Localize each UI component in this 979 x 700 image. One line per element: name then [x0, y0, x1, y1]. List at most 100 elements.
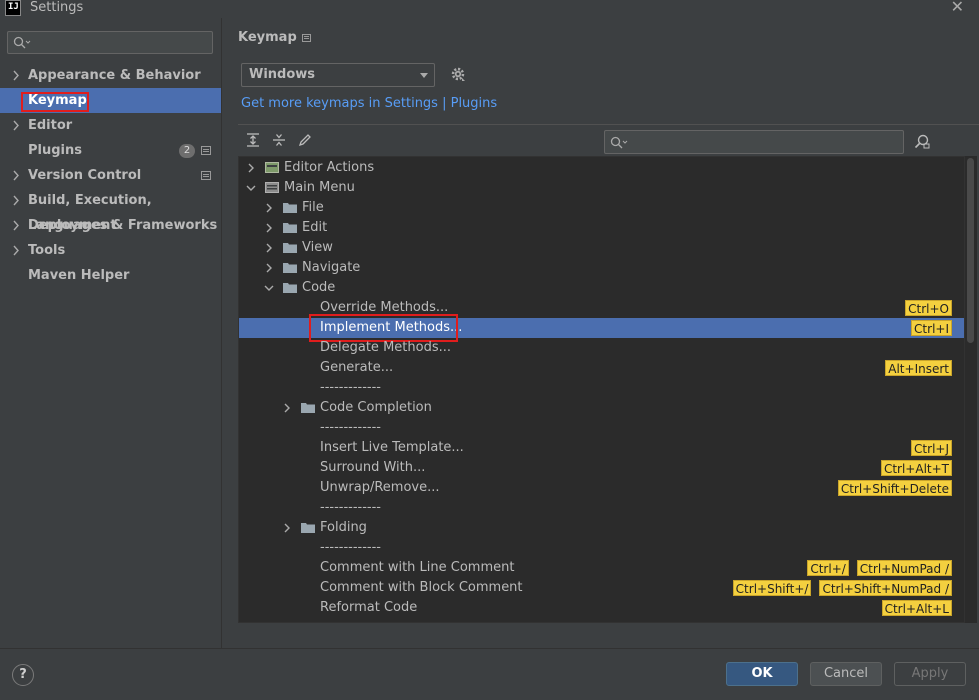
tree-row-label: Generate...	[320, 360, 394, 375]
tree-row-label: Override Methods...	[320, 300, 449, 315]
title-bar: IJ Settings ✕	[0, 0, 979, 18]
gear-icon[interactable]	[450, 66, 466, 82]
section-divider	[238, 124, 979, 125]
tree-row-comment-line[interactable]: Comment with Line Comment Ctrl+/ Ctrl+Nu…	[239, 558, 964, 578]
tree-row-label: -------------	[320, 500, 381, 515]
chevron-down-icon	[420, 73, 428, 78]
tree-row-main-menu[interactable]: Main Menu	[239, 178, 964, 198]
chevron-right-icon	[266, 243, 272, 253]
shortcut-badge: Ctrl+Alt+T	[880, 460, 952, 476]
tree-row-code[interactable]: Code	[239, 278, 964, 298]
tree-row-edit[interactable]: Edit	[239, 218, 964, 238]
sidebar-item-tools[interactable]: Tools	[0, 238, 221, 263]
expand-all-icon[interactable]	[246, 133, 260, 147]
keymap-action-tree: Editor Actions Main Menu File Edit View …	[238, 156, 965, 623]
tree-row-label: Code Completion	[320, 400, 432, 415]
tree-row-label: Navigate	[302, 260, 361, 275]
project-level-icon	[302, 34, 311, 42]
tree-row-view[interactable]: View	[239, 238, 964, 258]
shortcut-list: Ctrl+Alt+L	[881, 598, 952, 618]
ok-button[interactable]: OK	[726, 662, 798, 686]
app-icon: IJ	[5, 0, 21, 16]
tree-row-surround-with[interactable]: Surround With... Ctrl+Alt+T	[239, 458, 964, 478]
tree-scrollbar[interactable]	[965, 156, 977, 623]
shortcut-list: Ctrl+/ Ctrl+NumPad /	[807, 558, 952, 578]
shortcut-list: Ctrl+Shift+Delete	[837, 478, 952, 498]
keymap-panel: Keymap Windows Get more keymaps in Setti…	[222, 18, 979, 648]
chevron-right-icon	[13, 195, 19, 206]
search-icon	[610, 136, 628, 149]
sidebar-item-label: Maven Helper	[28, 268, 130, 283]
shortcut-badge: Ctrl+Shift+NumPad /	[819, 580, 952, 596]
editor-actions-icon	[265, 162, 279, 173]
tree-row-folding[interactable]: Folding	[239, 518, 964, 538]
sidebar-item-languages-frameworks[interactable]: Languages & Frameworks	[0, 213, 221, 238]
sidebar-item-label: Appearance & Behavior	[28, 68, 201, 83]
dialog-footer: ? OK Cancel Apply	[0, 648, 979, 700]
tree-row-label: Insert Live Template...	[320, 440, 464, 455]
tree-row-label: Code	[302, 280, 336, 295]
tree-row-reformat-code[interactable]: Reformat Code Ctrl+Alt+L	[239, 598, 964, 618]
tree-row-navigate[interactable]: Navigate	[239, 258, 964, 278]
shortcut-list: Ctrl+J	[911, 438, 952, 458]
shortcut-list: Ctrl+Alt+T	[880, 458, 952, 478]
sidebar-item-editor[interactable]: Editor	[0, 113, 221, 138]
tree-row-label: -------------	[320, 540, 381, 555]
tree-row-file[interactable]: File	[239, 198, 964, 218]
plugins-count-badge: 2	[179, 144, 195, 158]
tree-row-label: View	[302, 240, 333, 255]
apply-button[interactable]: Apply	[894, 662, 966, 686]
tree-row-label: Surround With...	[320, 460, 426, 475]
highlight-box-keymap	[21, 92, 89, 112]
project-level-icon	[201, 171, 211, 180]
shortcut-badge: Alt+Insert	[885, 360, 952, 376]
chevron-right-icon	[248, 163, 254, 173]
tree-row-editor-actions[interactable]: Editor Actions	[239, 158, 964, 178]
edit-pencil-icon[interactable]	[298, 133, 312, 147]
sidebar-item-version-control[interactable]: Version Control	[0, 163, 221, 188]
shortcut-list: Alt+Insert	[885, 358, 952, 378]
sidebar-item-build-execution-deployment[interactable]: Build, Execution, Deployment	[0, 188, 221, 233]
find-by-shortcut-icon[interactable]	[914, 134, 930, 150]
tree-row-generate[interactable]: Generate... Alt+Insert	[239, 358, 964, 378]
shortcut-badge: Ctrl+Shift+/	[732, 580, 812, 596]
sidebar-item-label: Editor	[28, 118, 73, 133]
chevron-right-icon	[13, 70, 19, 81]
sidebar-item-label: Languages & Frameworks	[28, 218, 218, 233]
sidebar-item-label: Plugins	[28, 143, 82, 158]
close-icon[interactable]: ✕	[951, 0, 964, 16]
keymap-select-value: Windows	[249, 67, 316, 82]
sidebar-item-maven-helper[interactable]: Maven Helper	[0, 263, 221, 288]
keymap-select[interactable]: Windows	[241, 63, 435, 87]
sidebar-item-appearance-behavior[interactable]: Appearance & Behavior	[0, 63, 221, 88]
sidebar-item-label: Tools	[28, 243, 66, 258]
shortcut-list: Ctrl+Shift+/ Ctrl+Shift+NumPad /	[732, 578, 952, 598]
get-more-keymaps-link[interactable]: Get more keymaps in Settings | Plugins	[241, 96, 497, 111]
tree-row-comment-block[interactable]: Comment with Block Comment Ctrl+Shift+/ …	[239, 578, 964, 598]
search-icon	[13, 36, 31, 49]
tree-search-input[interactable]	[604, 130, 904, 154]
tree-row-code-completion[interactable]: Code Completion	[239, 398, 964, 418]
help-button[interactable]: ?	[12, 664, 34, 686]
tree-row-label: Edit	[302, 220, 328, 235]
sidebar-search-input[interactable]	[7, 31, 213, 54]
scrollbar-thumb[interactable]	[967, 158, 974, 343]
cancel-button[interactable]: Cancel	[810, 662, 882, 686]
chevron-right-icon	[266, 203, 272, 213]
chevron-right-icon	[13, 245, 19, 256]
chevron-right-icon	[284, 523, 290, 533]
tree-row-delegate-methods[interactable]: Delegate Methods...	[239, 338, 964, 358]
tree-row-unwrap-remove[interactable]: Unwrap/Remove... Ctrl+Shift+Delete	[239, 478, 964, 498]
shortcut-list: Ctrl+I	[911, 318, 952, 338]
tree-row-label: File	[302, 200, 324, 215]
tree-row-insert-live-template[interactable]: Insert Live Template... Ctrl+J	[239, 438, 964, 458]
collapse-all-icon[interactable]	[272, 133, 286, 147]
folder-icon	[301, 403, 315, 413]
page-title: Keymap	[238, 30, 297, 45]
sidebar-item-plugins[interactable]: Plugins 2	[0, 138, 221, 163]
chevron-right-icon	[13, 120, 19, 131]
chevron-right-icon	[13, 220, 19, 231]
window-title: Settings	[30, 0, 84, 15]
tree-row-label: -------------	[320, 380, 381, 395]
tree-row-label: Folding	[320, 520, 367, 535]
